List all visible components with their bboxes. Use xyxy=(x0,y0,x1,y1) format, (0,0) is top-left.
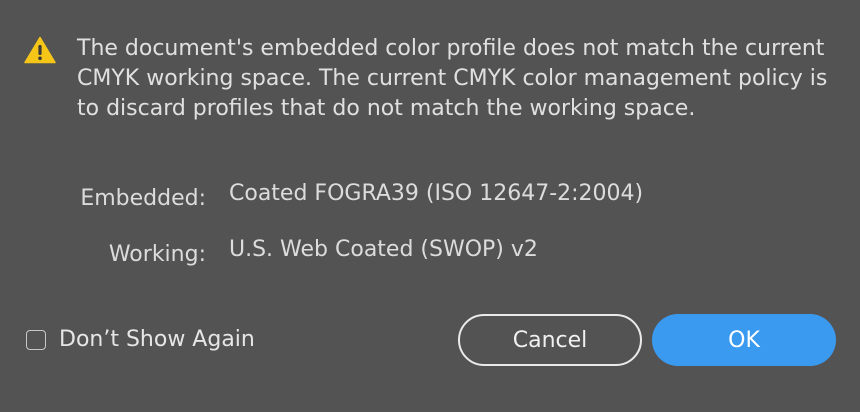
cancel-button[interactable]: Cancel xyxy=(458,314,642,366)
embedded-profile-row: Embedded: Coated FOGRA39 (ISO 12647-2:20… xyxy=(0,180,860,211)
dont-show-again-checkbox[interactable] xyxy=(26,330,46,350)
embedded-profile-value: Coated FOGRA39 (ISO 12647-2:2004) xyxy=(229,181,644,206)
working-profile-label: Working: xyxy=(108,242,206,267)
dialog-message: The document's embedded color profile do… xyxy=(77,36,828,121)
embedded-profile-label: Embedded: xyxy=(80,186,206,211)
dont-show-again-label[interactable]: Don’t Show Again xyxy=(59,326,255,354)
working-profile-row: Working: U.S. Web Coated (SWOP) v2 xyxy=(0,236,860,267)
dont-show-again-option[interactable]: Don’t Show Again xyxy=(26,326,255,354)
ok-button[interactable]: OK xyxy=(652,314,836,366)
color-profile-mismatch-dialog: The document's embedded color profile do… xyxy=(0,0,860,412)
working-profile-value: U.S. Web Coated (SWOP) v2 xyxy=(229,237,538,262)
warning-icon xyxy=(24,36,56,64)
